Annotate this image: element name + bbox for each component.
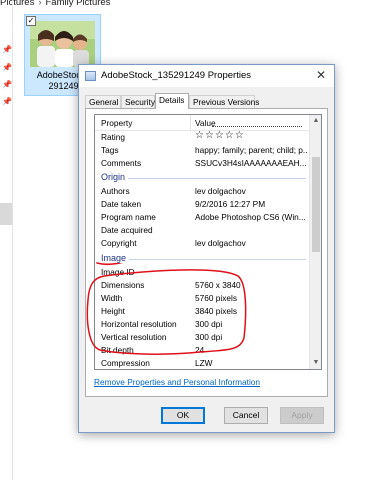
group-heading-label: Origin [101, 172, 129, 182]
group-heading-origin: Origin [95, 171, 310, 185]
property-row-compression[interactable]: Compression LZW [95, 357, 310, 369]
pin-icon: 📌 [2, 80, 12, 89]
rating-stars[interactable]: ☆☆☆☆☆ [195, 130, 307, 141]
property-row-image-id[interactable]: Image ID [95, 266, 310, 279]
group-divider [101, 259, 306, 260]
scroll-up-arrow-icon[interactable]: ▲ [310, 115, 321, 127]
property-row-comments[interactable]: Comments SSUCv3H4sIAAAAAAAEAH... [95, 157, 310, 170]
property-key: Date taken [101, 199, 142, 209]
property-row-program-name[interactable]: Program name Adobe Photoshop CS6 (Win... [95, 211, 310, 224]
column-divider[interactable] [190, 115, 191, 131]
group-heading-image: Image [95, 252, 310, 266]
breadcrumb: Pictures › Family Pictures [0, 0, 110, 8]
property-row-date-acquired[interactable]: Date acquired [95, 224, 310, 237]
property-row-width[interactable]: Width 5760 pixels [95, 292, 310, 305]
property-key: Height [101, 306, 125, 316]
scroll-down-arrow-icon[interactable]: ▼ [310, 357, 321, 369]
tab-general[interactable]: General [85, 95, 121, 108]
property-value: 5760 x 3840 [195, 280, 241, 290]
property-key: Compression [101, 358, 150, 368]
property-row-horizontal-resolution[interactable]: Horizontal resolution 300 dpi [95, 318, 310, 331]
property-row-bit-depth[interactable]: Bit depth 24 [95, 344, 310, 357]
nav-selected-item[interactable] [0, 203, 12, 225]
pin-icon: 📌 [2, 45, 12, 54]
property-key: Horizontal resolution [101, 319, 177, 329]
checkmark-icon: ✓ [27, 16, 35, 25]
close-button[interactable]: ✕ [314, 68, 328, 82]
group-divider [101, 178, 306, 179]
property-key: Comments [101, 158, 142, 168]
property-row-dimensions[interactable]: Dimensions 5760 x 3840 [95, 279, 310, 292]
ok-button[interactable]: OK [161, 407, 205, 424]
property-key: Copyright [101, 238, 137, 248]
column-header-property[interactable]: Property [101, 118, 132, 128]
apply-button[interactable]: Apply [280, 407, 324, 424]
properties-dialog: AdobeStock_135291249 Properties ✕ Genera… [78, 64, 335, 433]
property-key: Authors [101, 186, 130, 196]
property-key: Dimensions [101, 280, 145, 290]
group-heading-label: Image [101, 253, 130, 263]
property-row-authors[interactable]: Authors lev dolgachov [95, 185, 310, 198]
property-value: SSUCv3H4sIAAAAAAAEAH... [195, 158, 307, 168]
property-key: Bit depth [101, 345, 134, 355]
property-row-vertical-resolution[interactable]: Vertical resolution 300 dpi [95, 331, 310, 344]
focus-dotted-line [212, 126, 302, 127]
property-value: 3840 pixels [195, 306, 237, 316]
property-row-height[interactable]: Height 3840 pixels [95, 305, 310, 318]
property-value: 300 dpi [195, 332, 223, 342]
property-value: 300 dpi [195, 319, 223, 329]
property-key: Rating [101, 132, 125, 142]
property-value: 9/2/2016 12:27 PM [195, 199, 266, 209]
property-value: 5760 pixels [195, 293, 237, 303]
property-key: Tags [101, 145, 119, 155]
vertical-scrollbar[interactable]: ▲ ▼ [309, 115, 321, 369]
property-row-copyright[interactable]: Copyright lev dolgachov [95, 237, 310, 250]
property-value: happy; family; parent; child; p... [195, 145, 307, 155]
family-photo-thumbnail [30, 21, 95, 67]
tab-details[interactable]: Details [155, 93, 189, 109]
close-icon: ✕ [315, 68, 327, 82]
property-value: lev dolgachov [195, 186, 246, 196]
property-value: 24 [195, 345, 205, 355]
cancel-button[interactable]: Cancel [224, 407, 268, 424]
property-row-rating[interactable]: Rating ☆☆☆☆☆ [95, 130, 310, 144]
property-row-tags[interactable]: Tags happy; family; parent; child; p... [95, 144, 310, 157]
property-value: LZW [195, 358, 213, 368]
breadcrumb-item-family-pictures[interactable]: Family Pictures [46, 0, 111, 8]
tab-previous-versions[interactable]: Previous Versions [189, 95, 259, 108]
scrollbar-thumb[interactable] [312, 157, 320, 252]
selection-checkbox[interactable]: ✓ [26, 16, 36, 26]
property-list[interactable]: Property Value Rating ☆☆☆☆☆ Tags happy; … [94, 114, 322, 370]
tab-security[interactable]: Security [121, 95, 155, 108]
breadcrumb-separator: › [38, 0, 42, 8]
property-key: Program name [101, 212, 156, 222]
details-panel: Property Value Rating ☆☆☆☆☆ Tags happy; … [85, 108, 328, 397]
dialog-title: AdobeStock_135291249 Properties [101, 70, 252, 81]
remove-properties-link[interactable]: Remove Properties and Personal Informati… [94, 377, 260, 387]
pin-icon: 📌 [2, 63, 12, 72]
property-key: Width [101, 293, 123, 303]
list-header: Property Value [95, 115, 310, 131]
property-value: lev dolgachov [195, 238, 246, 248]
property-row-date-taken[interactable]: Date taken 9/2/2016 12:27 PM [95, 198, 310, 211]
dialog-titlebar[interactable]: AdobeStock_135291249 Properties ✕ [79, 65, 334, 87]
navigation-pane[interactable]: 📌 📌 📌 📌 [0, 0, 13, 480]
property-key: Date acquired [101, 225, 153, 235]
property-key: Image ID [101, 267, 135, 277]
properties-window-icon [85, 71, 96, 81]
property-key: Vertical resolution [101, 332, 167, 342]
pin-icon: 📌 [2, 97, 12, 106]
property-value: Adobe Photoshop CS6 (Win... [195, 212, 306, 222]
